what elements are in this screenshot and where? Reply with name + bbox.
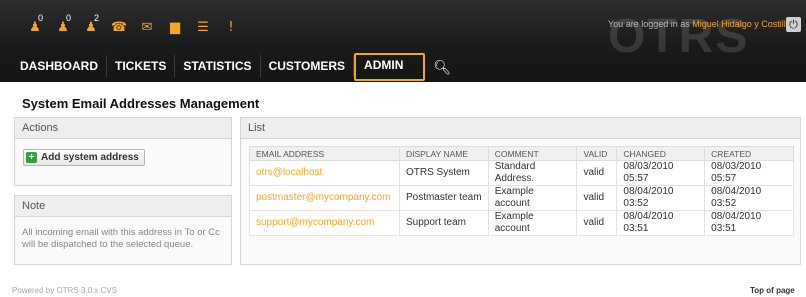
comment-cell: Standard Address.: [487, 160, 578, 186]
watched-count: 0: [66, 13, 72, 23]
display-name-cell: Support team: [398, 210, 489, 236]
logout-icon[interactable]: ⏻: [786, 17, 801, 32]
actions-header: Actions: [15, 118, 231, 139]
created-cell: 08/04/2010 03:51: [704, 210, 794, 236]
email-address-link[interactable]: postmaster@mycompany.com: [249, 185, 400, 211]
locked-tickets-icon[interactable]: ♟ 0: [22, 13, 48, 37]
column-changed[interactable]: CHANGED: [616, 146, 706, 161]
display-name-cell: Postmaster team: [398, 185, 489, 211]
valid-cell: valid: [576, 210, 618, 236]
table-row[interactable]: support@mycompany.com Support team Examp…: [249, 210, 794, 236]
login-info: You are logged in as Miguel Hidalgo y Co…: [608, 19, 791, 29]
changed-cell: 08/03/2010 05:57: [616, 160, 706, 186]
column-email-address[interactable]: EMAIL ADDRESS: [249, 146, 400, 161]
add-system-address-button[interactable]: + Add system address: [23, 149, 145, 166]
powered-by[interactable]: Powered by OTRS 3.0.x CVS: [12, 286, 117, 295]
created-cell: 08/04/2010 03:52: [704, 185, 794, 211]
list-panel: List EMAIL ADDRESS DISPLAY NAME COMMENT …: [240, 117, 801, 265]
valid-cell: valid: [576, 160, 618, 186]
folder-icon[interactable]: ▆: [162, 17, 188, 37]
nav-customers[interactable]: CUSTOMERS: [261, 55, 355, 77]
nav-admin[interactable]: ADMIN: [354, 53, 426, 81]
table-row[interactable]: otrs@localhost OTRS System Standard Addr…: [249, 160, 794, 186]
otrs-logo: OTRS: [608, 10, 750, 63]
table-header-row: EMAIL ADDRESS DISPLAY NAME COMMENT VALID…: [249, 146, 794, 161]
list-glyph: ☰: [197, 19, 209, 35]
top-of-page-link[interactable]: Top of page: [750, 286, 795, 295]
email-glyph: ✉: [141, 19, 153, 35]
phone-icon[interactable]: ☎: [106, 17, 132, 37]
main-nav: DASHBOARD TICKETS STATISTICS CUSTOMERS A…: [12, 51, 459, 81]
list-icon[interactable]: ☰: [190, 17, 216, 37]
login-prefix: You are logged in as: [608, 19, 690, 29]
watched-tickets-icon[interactable]: ♟ 0: [50, 13, 76, 37]
column-valid[interactable]: VALID: [576, 146, 618, 161]
alert-glyph: !: [228, 19, 234, 35]
comment-cell: Example account: [487, 185, 578, 211]
responsible-count: 2: [94, 13, 100, 23]
locked-count: 0: [38, 13, 44, 23]
phone-glyph: ☎: [110, 19, 128, 35]
column-created[interactable]: CREATED: [704, 146, 794, 161]
column-comment[interactable]: COMMENT: [487, 146, 578, 161]
page-title: System Email Addresses Management: [22, 96, 260, 111]
add-system-address-label: Add system address: [41, 152, 139, 163]
display-name-cell: OTRS System: [398, 160, 489, 186]
responsible-tickets-icon[interactable]: ♟ 2: [78, 13, 104, 37]
search-icon[interactable]: 🔍︎: [425, 56, 459, 80]
nav-dashboard[interactable]: DASHBOARD: [12, 55, 107, 77]
valid-cell: valid: [576, 185, 618, 211]
actions-panel: Actions + Add system address: [14, 117, 232, 186]
plus-icon: +: [26, 152, 37, 163]
note-text: All incoming email with this address in …: [22, 227, 220, 250]
column-display-name[interactable]: DISPLAY NAME: [398, 146, 489, 161]
created-cell: 08/03/2010 05:57: [704, 160, 794, 186]
table-row[interactable]: postmaster@mycompany.com Postmaster team…: [249, 185, 794, 211]
toolbar: ♟ 0 ♟ 0 ♟ 2 ☎ ✉ ▆ ☰ !: [22, 13, 244, 37]
changed-cell: 08/04/2010 03:51: [616, 210, 706, 236]
header-bar: ♟ 0 ♟ 0 ♟ 2 ☎ ✉ ▆ ☰ ! OTRS You are logge…: [0, 0, 806, 82]
note-header: Note: [15, 196, 231, 217]
changed-cell: 08/04/2010 03:52: [616, 185, 706, 211]
email-address-link[interactable]: otrs@localhost: [249, 160, 400, 186]
email-address-link[interactable]: support@mycompany.com: [249, 210, 400, 236]
nav-tickets[interactable]: TICKETS: [107, 55, 176, 77]
note-panel: Note All incoming email with this addres…: [14, 195, 232, 265]
comment-cell: Example account: [487, 210, 578, 236]
user-name-link[interactable]: Miguel Hidalgo y Costilla: [692, 19, 791, 29]
alert-icon[interactable]: !: [218, 17, 244, 37]
folder-glyph: ▆: [170, 19, 180, 35]
nav-statistics[interactable]: STATISTICS: [175, 55, 261, 77]
email-addresses-table: EMAIL ADDRESS DISPLAY NAME COMMENT VALID…: [249, 146, 794, 236]
email-icon[interactable]: ✉: [134, 17, 160, 37]
list-header: List: [241, 118, 800, 139]
